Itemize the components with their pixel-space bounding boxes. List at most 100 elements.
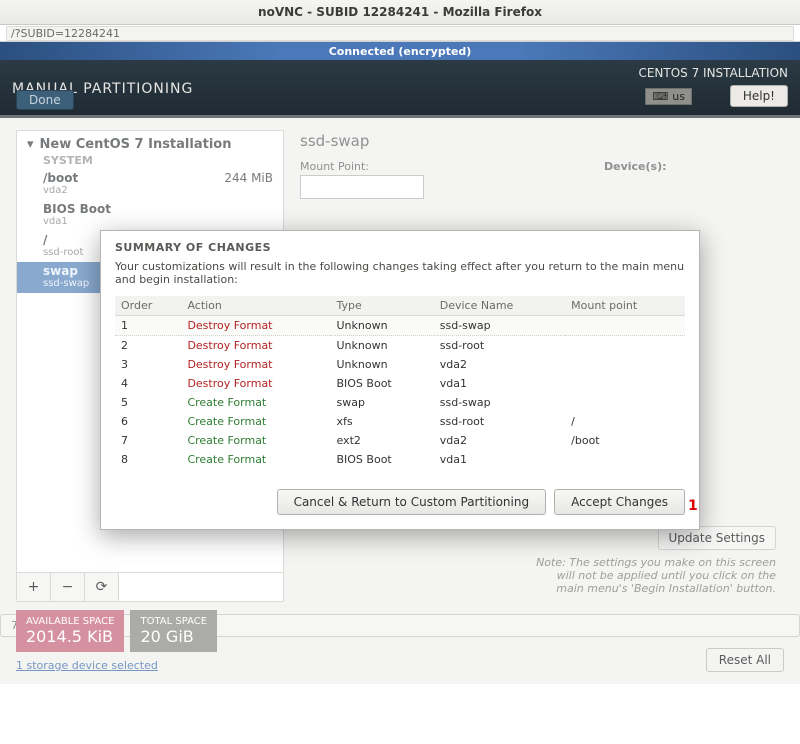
refresh-partition-button[interactable]: ⟳ bbox=[85, 573, 119, 601]
cell-type: Unknown bbox=[330, 316, 433, 336]
dialog-title: SUMMARY OF CHANGES bbox=[115, 241, 685, 254]
cell-mount bbox=[565, 355, 685, 374]
col-order[interactable]: Order bbox=[115, 296, 181, 316]
cell-order: 5 bbox=[115, 393, 181, 412]
cell-mount bbox=[565, 316, 685, 336]
partition-name: / bbox=[43, 233, 83, 247]
done-button[interactable]: Done bbox=[16, 90, 74, 110]
device-title: ssd-swap bbox=[300, 130, 784, 160]
installer-header: MANUAL PARTITIONING Done CENTOS 7 INSTAL… bbox=[0, 60, 800, 118]
cell-type: BIOS Boot bbox=[330, 450, 433, 469]
cell-mount bbox=[565, 450, 685, 469]
remove-partition-button[interactable]: − bbox=[51, 573, 85, 601]
cell-device: ssd-swap bbox=[434, 393, 565, 412]
product-title: CENTOS 7 INSTALLATION bbox=[638, 66, 788, 80]
available-space-badge: AVAILABLE SPACE 2014.5 KiB bbox=[16, 610, 124, 652]
partition-toolbar: + − ⟳ bbox=[17, 572, 283, 601]
cell-action: Create Format bbox=[181, 393, 330, 412]
available-space-value: 2014.5 KiB bbox=[26, 627, 114, 646]
cell-action: Destroy Format bbox=[181, 374, 330, 393]
summary-of-changes-dialog: SUMMARY OF CHANGES Your customizations w… bbox=[100, 230, 700, 530]
storage-device-link[interactable]: 1 storage device selected bbox=[16, 659, 158, 672]
footer: AVAILABLE SPACE 2014.5 KiB TOTAL SPACE 2… bbox=[0, 600, 800, 684]
annotation-1: 1 bbox=[688, 498, 698, 514]
cell-mount: /boot bbox=[565, 431, 685, 450]
cell-type: BIOS Boot bbox=[330, 374, 433, 393]
cell-device: vda1 bbox=[434, 374, 565, 393]
changes-table: Order Action Type Device Name Mount poin… bbox=[115, 296, 685, 469]
cell-action: Destroy Format bbox=[181, 316, 330, 336]
keyboard-icon: ⌨ bbox=[652, 90, 668, 103]
cell-order: 3 bbox=[115, 355, 181, 374]
cell-order: 7 bbox=[115, 431, 181, 450]
cell-action: Create Format bbox=[181, 412, 330, 431]
col-action[interactable]: Action bbox=[181, 296, 330, 316]
cell-mount bbox=[565, 336, 685, 356]
table-row[interactable]: 3Destroy FormatUnknownvda2 bbox=[115, 355, 685, 374]
table-row[interactable]: 6Create Formatxfsssd-root/ bbox=[115, 412, 685, 431]
cell-device: ssd-swap bbox=[434, 316, 565, 336]
install-group-title: New CentOS 7 Installation bbox=[40, 137, 232, 152]
accept-changes-button[interactable]: Accept Changes bbox=[554, 489, 685, 515]
partition-device: ssd-root bbox=[43, 247, 83, 258]
cell-order: 4 bbox=[115, 374, 181, 393]
total-space-label: TOTAL SPACE bbox=[140, 616, 207, 627]
url-text[interactable]: /?SUBID=12284241 bbox=[6, 26, 794, 41]
partition-entry-boot[interactable]: /boot vda2 244 MiB bbox=[17, 169, 283, 200]
cell-mount bbox=[565, 374, 685, 393]
total-space-badge: TOTAL SPACE 20 GiB bbox=[130, 610, 217, 652]
table-row[interactable]: 7Create Formatext2vda2/boot bbox=[115, 431, 685, 450]
keyboard-indicator[interactable]: ⌨ us bbox=[645, 88, 692, 105]
window-title: noVNC - SUBID 12284241 - Mozilla Firefox bbox=[258, 5, 542, 19]
note-text: Note: The settings you make on this scre… bbox=[536, 556, 776, 595]
partition-device: vda2 bbox=[43, 185, 78, 196]
dialog-description: Your customizations will result in the f… bbox=[115, 260, 685, 286]
partition-device: ssd-swap bbox=[43, 278, 89, 289]
col-device[interactable]: Device Name bbox=[434, 296, 565, 316]
cell-device: ssd-root bbox=[434, 412, 565, 431]
available-space-label: AVAILABLE SPACE bbox=[26, 616, 114, 627]
firefox-titlebar: noVNC - SUBID 12284241 - Mozilla Firefox bbox=[0, 0, 800, 25]
keyboard-layout: us bbox=[672, 90, 685, 103]
add-partition-button[interactable]: + bbox=[17, 573, 51, 601]
cell-order: 8 bbox=[115, 450, 181, 469]
table-row[interactable]: 2Destroy FormatUnknownssd-root bbox=[115, 336, 685, 356]
mount-point-label: Mount Point: bbox=[300, 160, 424, 173]
cell-mount bbox=[565, 393, 685, 412]
anaconda-installer: MANUAL PARTITIONING Done CENTOS 7 INSTAL… bbox=[0, 60, 800, 684]
partition-name: BIOS Boot bbox=[43, 202, 111, 216]
cancel-return-button[interactable]: Cancel & Return to Custom Partitioning bbox=[277, 489, 547, 515]
partition-name: swap bbox=[43, 264, 89, 278]
cell-device: ssd-root bbox=[434, 336, 565, 356]
system-label: SYSTEM bbox=[17, 154, 283, 169]
cell-type: xfs bbox=[330, 412, 433, 431]
cell-order: 1 bbox=[115, 316, 181, 336]
cell-device: vda2 bbox=[434, 431, 565, 450]
devices-label: Device(s): bbox=[604, 160, 667, 173]
novnc-status-text: Connected (encrypted) bbox=[329, 45, 472, 58]
help-button[interactable]: Help! bbox=[730, 85, 788, 107]
table-row[interactable]: 5Create Formatswapssd-swap bbox=[115, 393, 685, 412]
reset-all-button[interactable]: Reset All bbox=[706, 648, 784, 672]
mount-point-input[interactable] bbox=[300, 175, 424, 199]
firefox-urlbar[interactable]: /?SUBID=12284241 bbox=[0, 25, 800, 42]
table-row[interactable]: 4Destroy FormatBIOS Bootvda1 bbox=[115, 374, 685, 393]
cell-type: swap bbox=[330, 393, 433, 412]
partition-entry-biosboot[interactable]: BIOS Boot vda1 bbox=[17, 200, 283, 231]
table-row[interactable]: 8Create FormatBIOS Bootvda1 bbox=[115, 450, 685, 469]
table-row[interactable]: 1Destroy FormatUnknownssd-swap bbox=[115, 316, 685, 336]
cell-type: Unknown bbox=[330, 336, 433, 356]
chevron-down-icon: ▾ bbox=[27, 137, 34, 152]
install-group[interactable]: ▾ New CentOS 7 Installation bbox=[17, 131, 283, 154]
col-mount[interactable]: Mount point bbox=[565, 296, 685, 316]
cell-type: Unknown bbox=[330, 355, 433, 374]
total-space-value: 20 GiB bbox=[140, 627, 207, 646]
partition-name: /boot bbox=[43, 171, 78, 185]
cell-action: Create Format bbox=[181, 431, 330, 450]
cell-mount: / bbox=[565, 412, 685, 431]
col-type[interactable]: Type bbox=[330, 296, 433, 316]
partition-device: vda1 bbox=[43, 216, 111, 227]
cell-device: vda1 bbox=[434, 450, 565, 469]
novnc-status-bar: Connected (encrypted) bbox=[0, 42, 800, 60]
cell-action: Create Format bbox=[181, 450, 330, 469]
